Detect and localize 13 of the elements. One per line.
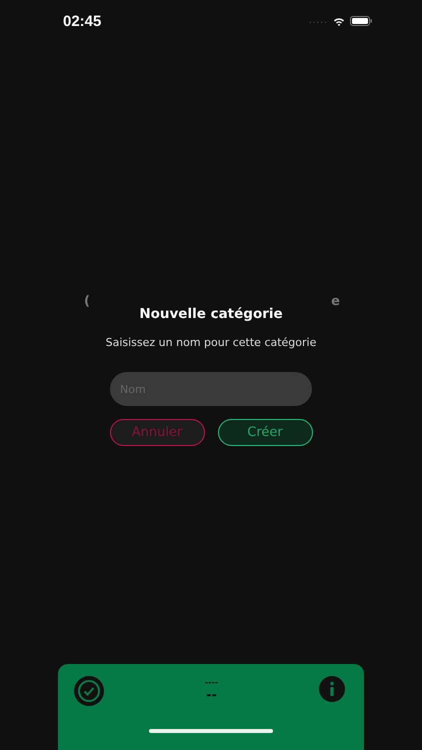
panel-label: ---- <box>204 678 218 688</box>
checkmark-icon[interactable] <box>74 676 104 706</box>
dialog-message: Saisissez un nom pour cette catégorie <box>106 336 316 349</box>
status-time: 02:45 <box>63 12 102 30</box>
signal-indicator: ..... <box>308 16 328 26</box>
background-text: e <box>331 294 340 310</box>
wifi-icon <box>333 16 345 26</box>
create-button[interactable]: Créer <box>218 419 312 446</box>
background-text: ( <box>84 294 90 310</box>
battery-icon <box>350 16 372 26</box>
panel-value: -- <box>206 688 217 704</box>
dialog-title: Nouvelle catégorie <box>139 305 283 324</box>
info-icon[interactable] <box>319 676 345 702</box>
